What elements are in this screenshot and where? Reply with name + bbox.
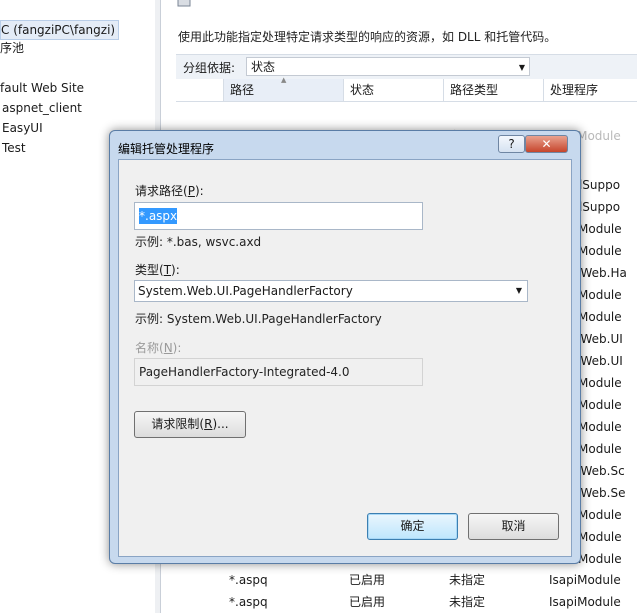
group-by-select[interactable]: 状态 ▼: [246, 57, 530, 76]
request-path-example: 示例: *.bas, wsvc.axd: [135, 235, 262, 249]
cell-state: 已启用: [349, 595, 386, 609]
table-cell-handler: Module: [578, 508, 622, 522]
name-label: 名称(N):: [135, 341, 182, 355]
tree-item-label: fault Web Site: [0, 81, 85, 95]
column-header-label: 处理程序: [550, 83, 599, 97]
type-combobox[interactable]: System.Web.UI.PageHandlerFactory ▼: [134, 280, 528, 302]
cancel-button[interactable]: 取消: [468, 513, 559, 540]
type-example: 示例: System.Web.UI.PageHandlerFactory: [135, 312, 382, 326]
tree-item-default-web-site[interactable]: fault Web Site: [0, 79, 84, 97]
table-row[interactable]: *.aspq 已启用 未指定 IsapiModule: [223, 591, 637, 613]
tree-item-test[interactable]: Test: [2, 139, 26, 157]
request-restrictions-button[interactable]: 请求限制(R)...: [134, 411, 246, 438]
table-cell-handler: Module: [578, 420, 622, 434]
name-input: PageHandlerFactory-Integrated-4.0: [134, 358, 423, 386]
column-header-handler[interactable]: 处理程序: [543, 79, 637, 101]
group-by-bar: 分组依据: 状态 ▼: [176, 54, 637, 80]
request-path-input[interactable]: *.aspx: [134, 202, 423, 230]
help-button[interactable]: ?: [498, 135, 525, 153]
handler-mappings-icon: [177, 0, 191, 7]
table-cell-handler: Module: [578, 244, 622, 258]
request-path-value: *.aspx: [139, 208, 178, 224]
name-value: PageHandlerFactory-Integrated-4.0: [139, 365, 350, 379]
column-header-state[interactable]: 状态: [343, 79, 443, 101]
feature-description: 使用此功能指定处理特定请求类型的响应的资源，如 DLL 和托管代码。: [178, 30, 557, 44]
dialog-body: 请求路径(P): *.aspx 示例: *.bas, wsvc.axd 类型(T…: [118, 159, 572, 557]
table-cell-handler: Module: [578, 222, 622, 236]
table-row[interactable]: *.aspq 已启用 未指定 IsapiModule: [223, 569, 637, 591]
column-header-label: 状态: [350, 83, 375, 97]
sort-ascending-icon: ▲: [281, 76, 287, 84]
cell-handler: IsapiModule: [549, 573, 621, 587]
chevron-down-icon[interactable]: ▼: [516, 281, 522, 301]
type-value: System.Web.UI.PageHandlerFactory: [138, 284, 353, 298]
table-cell-handler: Module: [578, 288, 622, 302]
table-cell-handler: Module: [578, 398, 622, 412]
tree-item-label: aspnet_client: [2, 101, 82, 115]
cell-type: 未指定: [449, 595, 486, 609]
tree-item-label: EasyUI: [2, 121, 43, 135]
group-by-value: 状态: [251, 60, 276, 74]
cell-path: *.aspq: [229, 573, 268, 587]
help-icon: ?: [508, 137, 515, 151]
close-button[interactable]: ✕: [525, 135, 568, 153]
table-cell-handler: Module: [578, 376, 622, 390]
table-cell-handler: Module: [578, 310, 622, 324]
group-by-label: 分组依据:: [183, 61, 236, 75]
tree-item-aspnet-client[interactable]: aspnet_client: [2, 99, 82, 117]
cell-type: 未指定: [449, 573, 486, 587]
ok-button[interactable]: 确定: [367, 513, 458, 540]
cell-state: 已启用: [349, 573, 386, 587]
column-header-label: 路径类型: [450, 83, 499, 97]
close-icon: ✕: [541, 137, 552, 151]
type-label: 类型(T):: [135, 263, 180, 277]
column-header-path-type[interactable]: 路径类型: [443, 79, 543, 101]
tree-item-label: 序池: [0, 41, 25, 55]
tree-item-label: Test: [2, 141, 26, 155]
tree-item-easyui[interactable]: EasyUI: [2, 119, 43, 137]
request-path-label: 请求路径(P):: [135, 184, 204, 198]
cell-handler: IsapiModule: [549, 595, 621, 609]
chevron-down-icon: ▼: [518, 63, 525, 72]
tree-item-server[interactable]: C (fangziPC\fangzi): [0, 20, 120, 40]
tree-item-label: C (fangziPC\fangzi): [1, 23, 116, 37]
table-cell-handler: Module: [578, 530, 622, 544]
dialog-title: 编辑托管处理程序: [118, 142, 215, 156]
cell-path: *.aspq: [229, 595, 268, 609]
grid-header: 路径 状态 路径类型 处理程序: [176, 79, 637, 102]
tree-item-app-pools[interactable]: 序池: [0, 39, 24, 57]
table-cell-handler: Module: [578, 442, 622, 456]
column-header-label: 路径: [230, 83, 255, 97]
edit-managed-handler-dialog: 编辑托管处理程序 ? ✕ 请求路径(P): *.aspx 示例: *.bas, …: [109, 130, 581, 564]
table-cell-handler: Module: [578, 552, 622, 566]
